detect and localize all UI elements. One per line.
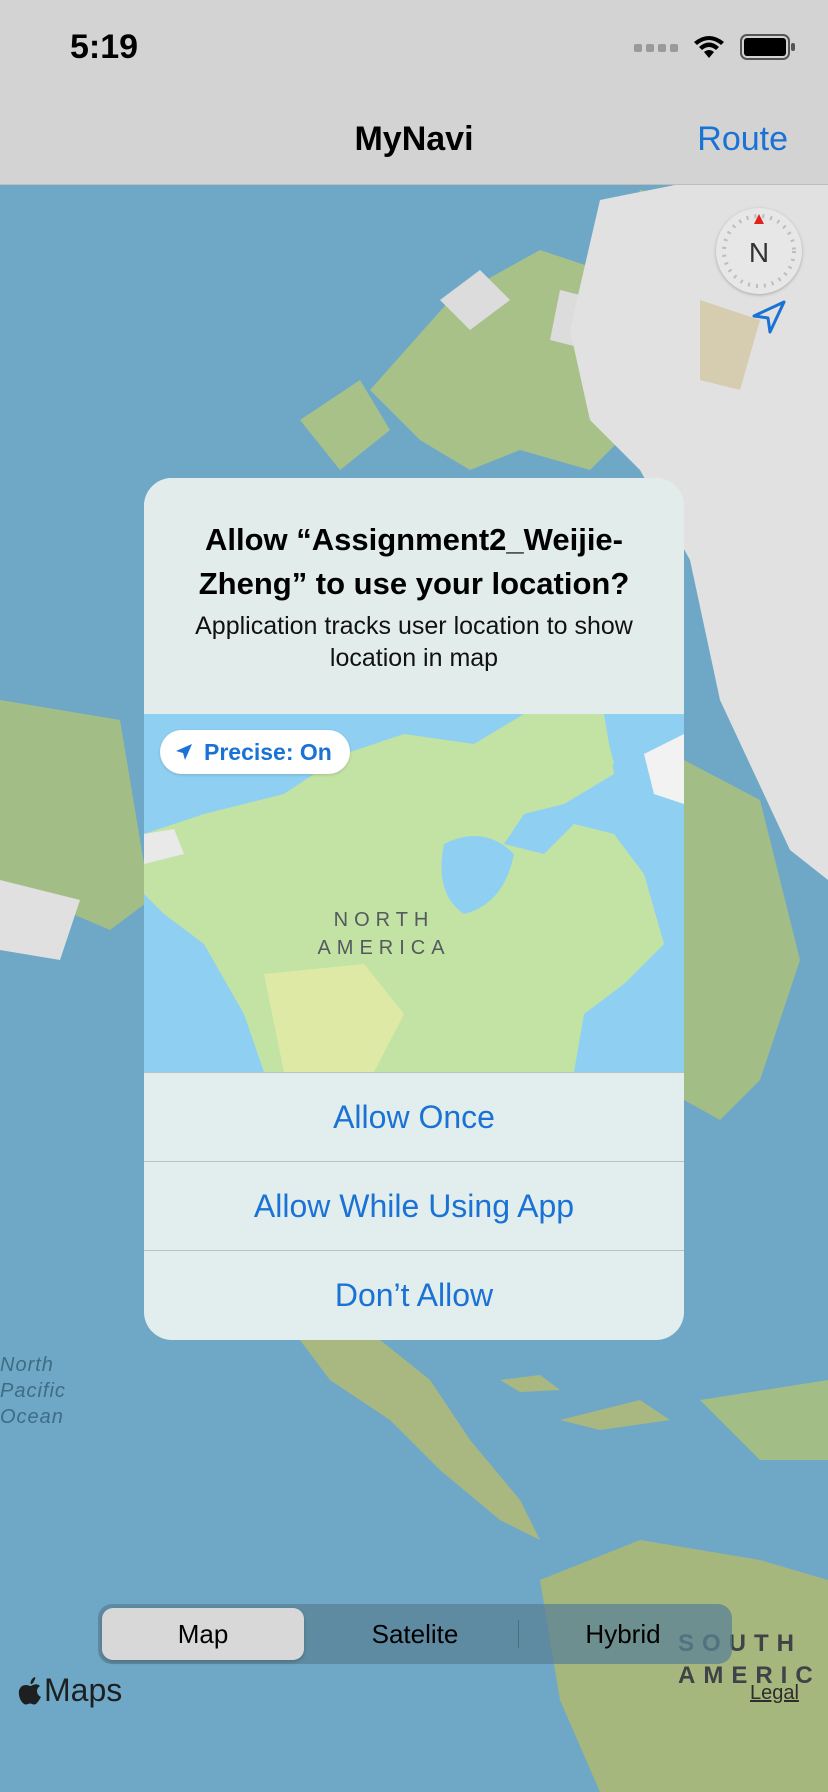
segment-divider: [518, 1620, 519, 1648]
alert-header: Allow “Assignment2_Weijie-Zheng” to use …: [144, 478, 684, 714]
alert-map-preview: Precise: On NORTH AMERICA: [144, 714, 684, 1072]
location-arrow-icon[interactable]: [748, 296, 790, 338]
segment-map[interactable]: Map: [102, 1608, 304, 1660]
status-icons: [634, 34, 796, 60]
precise-label: Precise: On: [204, 738, 332, 765]
dont-allow-button[interactable]: Don’t Allow: [144, 1250, 684, 1339]
wifi-icon: [694, 36, 724, 58]
compass-icon: N: [722, 214, 796, 288]
apple-logo-icon: [18, 1676, 41, 1704]
status-time: 5:19: [70, 28, 139, 66]
map-region-label: NORTH AMERICA: [317, 909, 451, 959]
battery-icon: [740, 34, 795, 60]
allow-once-button[interactable]: Allow Once: [144, 1072, 684, 1161]
location-arrow-icon: [176, 744, 192, 760]
route-button[interactable]: Route: [697, 120, 788, 159]
compass-button[interactable]: N: [716, 208, 802, 294]
navigation-bar: MyNavi Route: [0, 96, 828, 185]
alert-title: Allow “Assignment2_Weijie-Zheng” to use …: [198, 522, 630, 601]
location-permission-alert: Allow “Assignment2_Weijie-Zheng” to use …: [144, 478, 684, 1340]
map-type-segmented-control: Map Satelite Hybrid: [98, 1604, 732, 1664]
alert-message: Application tracks user location to show…: [195, 612, 633, 672]
segment-satelite[interactable]: Satelite: [314, 1608, 516, 1660]
allow-while-using-button[interactable]: Allow While Using App: [144, 1161, 684, 1250]
maps-brand-text: Maps: [44, 1672, 123, 1708]
maps-logo: Maps: [18, 1672, 122, 1709]
signal-icon: [634, 44, 678, 52]
ocean-label: North Pacific Ocean: [0, 1354, 66, 1428]
compass-letter: N: [749, 237, 769, 268]
status-bar: 5:19: [0, 0, 828, 96]
segment-hybrid[interactable]: Hybrid: [522, 1608, 724, 1660]
precise-location-toggle[interactable]: Precise: On: [160, 730, 350, 774]
legal-link[interactable]: Legal: [750, 1682, 799, 1705]
